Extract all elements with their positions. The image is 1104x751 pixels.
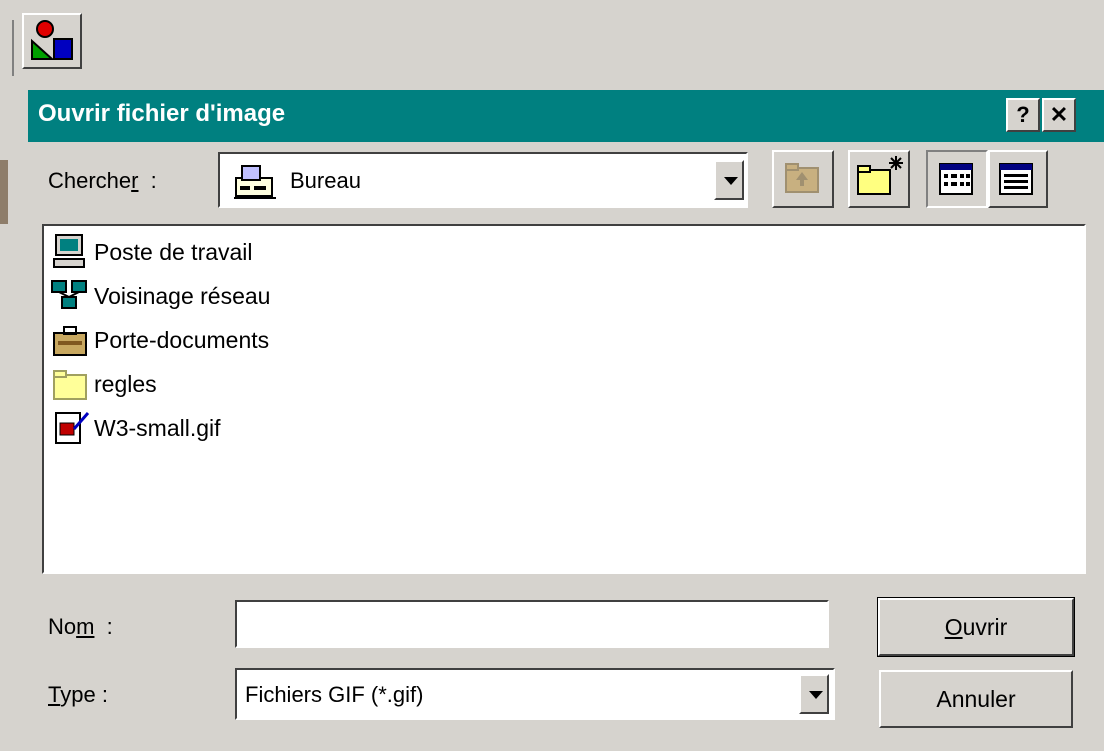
window-edge-accent bbox=[0, 160, 8, 224]
up-one-level-button[interactable] bbox=[772, 150, 834, 208]
look-in-combo[interactable]: Bureau bbox=[218, 152, 748, 208]
file-name-label: Nom : bbox=[48, 614, 113, 639]
file-type-label: Type : bbox=[48, 682, 108, 707]
close-icon: ✕ bbox=[1049, 102, 1069, 127]
close-button[interactable]: ✕ bbox=[1042, 98, 1076, 132]
look-in-value: Bureau bbox=[290, 168, 361, 193]
gif-image-icon bbox=[48, 408, 92, 448]
help-button[interactable]: ? bbox=[1006, 98, 1040, 132]
list-item[interactable]: Voisinage réseau bbox=[48, 276, 270, 316]
dialog-title: Ouvrir fichier d'image bbox=[38, 100, 286, 127]
briefcase-icon bbox=[48, 320, 92, 360]
file-type-value: Fichiers GIF (*.gif) bbox=[245, 682, 424, 707]
network-icon bbox=[48, 276, 92, 316]
chevron-down-icon bbox=[724, 177, 738, 185]
up-folder-icon bbox=[785, 163, 819, 193]
look-in-label: Chercher : bbox=[48, 168, 157, 193]
folder-icon bbox=[48, 364, 92, 404]
list-view-button[interactable] bbox=[926, 150, 988, 208]
help-icon: ? bbox=[1016, 102, 1030, 127]
open-button[interactable]: Ouvrir bbox=[877, 597, 1075, 657]
shapes-toolbar-button[interactable] bbox=[22, 13, 82, 69]
file-name-input[interactable] bbox=[235, 600, 829, 648]
cancel-button[interactable]: Annuler bbox=[879, 670, 1073, 728]
list-item[interactable]: regles bbox=[48, 364, 157, 404]
open-button-label: Ouvrir bbox=[944, 614, 1008, 640]
desktop-icon bbox=[232, 162, 280, 207]
computer-icon bbox=[48, 232, 92, 272]
file-type-combo[interactable]: Fichiers GIF (*.gif) bbox=[235, 668, 835, 720]
file-type-dropdown-button[interactable] bbox=[799, 674, 829, 714]
list-item[interactable]: Porte-documents bbox=[48, 320, 269, 360]
list-view-icon bbox=[939, 163, 973, 195]
list-item[interactable]: W3-small.gif bbox=[48, 408, 221, 448]
new-folder-icon bbox=[857, 156, 903, 195]
details-view-button[interactable] bbox=[988, 150, 1048, 208]
file-list[interactable]: Poste de travail Voisinage réseau Porte-… bbox=[42, 224, 1086, 574]
details-view-icon bbox=[999, 163, 1033, 195]
view-mode-group bbox=[926, 150, 1048, 208]
new-folder-button[interactable] bbox=[848, 150, 910, 208]
window-edge bbox=[0, 20, 14, 76]
cancel-button-label: Annuler bbox=[936, 686, 1016, 712]
dialog-title-bar[interactable]: Ouvrir fichier d'image ? ✕ bbox=[28, 90, 1104, 142]
chevron-down-icon bbox=[809, 691, 823, 699]
shapes-icon bbox=[31, 20, 73, 60]
list-item[interactable]: Poste de travail bbox=[48, 232, 253, 272]
look-in-dropdown-button[interactable] bbox=[714, 160, 744, 200]
